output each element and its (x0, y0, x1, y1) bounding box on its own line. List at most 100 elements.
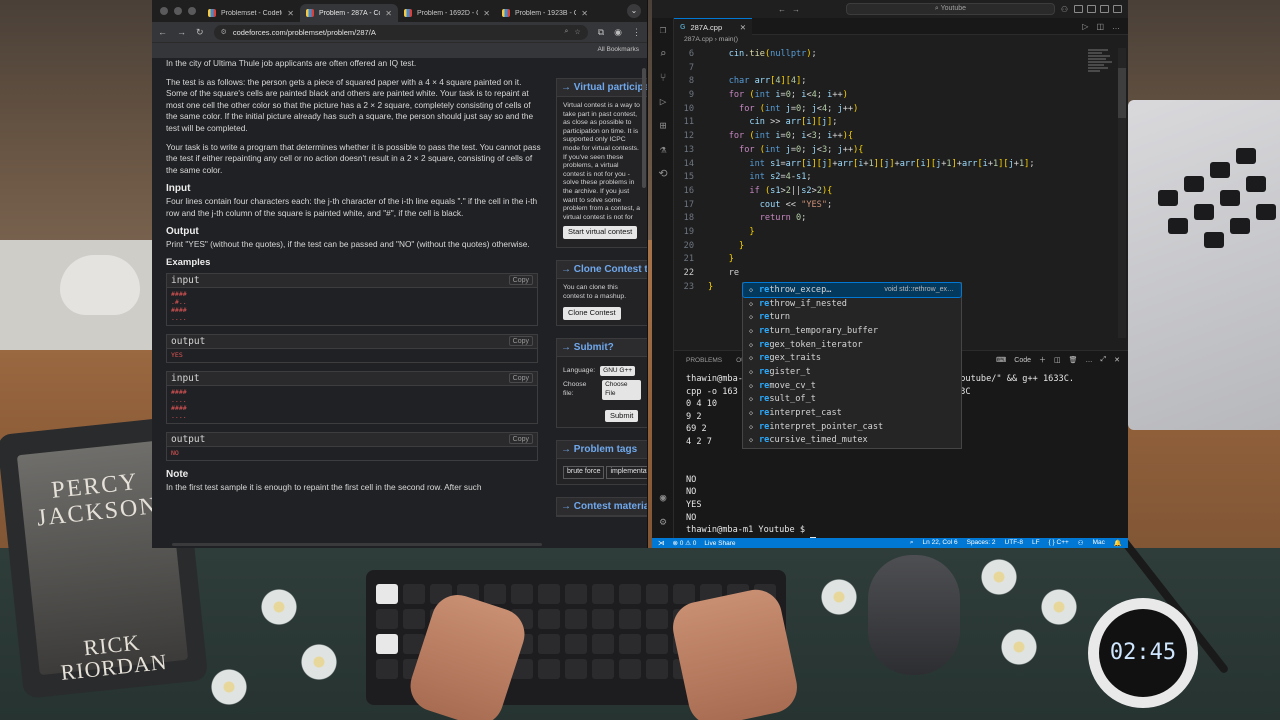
copilot-status-icon[interactable]: ⚇ (1078, 539, 1084, 547)
code-line[interactable]: 8 char arr[4][4]; (674, 75, 1084, 89)
page-scrollbar[interactable] (642, 68, 646, 188)
site-info-icon[interactable]: ⚙ (221, 28, 227, 36)
browser-tab-1692d[interactable]: Problem - 1692D - Codeforces ✕ (398, 4, 496, 22)
suggestion-item[interactable]: ◇ rethrow_if_nested (743, 297, 961, 311)
notifications-bell-icon[interactable]: 🔔 (1114, 539, 1122, 547)
close-tab-icon[interactable]: ✕ (385, 9, 392, 18)
zoom-indicator-icon[interactable]: ⌕ (910, 539, 914, 547)
extensions-icon[interactable]: ⧉ (598, 27, 604, 38)
reload-icon[interactable]: ↻ (196, 27, 204, 38)
testing-icon[interactable]: ⚗ (652, 138, 674, 162)
zoom-window-button[interactable] (188, 7, 196, 15)
indentation[interactable]: Spaces: 2 (967, 539, 996, 547)
more-icon[interactable]: … (1086, 357, 1093, 364)
code-line[interactable]: 20 } (674, 240, 1084, 254)
tab-287a-cpp[interactable]: G 287A.cpp ✕ (674, 18, 752, 35)
tag-chip[interactable]: brute force (563, 466, 605, 479)
split-editor-icon[interactable]: ◫ (1096, 22, 1104, 31)
suggestion-item[interactable]: ◇ rethrow_excep… void std::rethrow_ex… (742, 282, 962, 298)
configuration[interactable]: Mac (1093, 539, 1105, 547)
run-code-icon[interactable]: ▷ (1082, 22, 1088, 31)
menu-kebab-icon[interactable]: ⋮ (632, 27, 641, 38)
copy-button[interactable]: Copy (508, 275, 533, 286)
explorer-icon[interactable]: ❐ (652, 18, 674, 42)
code-line[interactable]: 15 int s2=4-s1; (674, 171, 1084, 185)
customize-layout-icon[interactable] (1113, 5, 1122, 13)
language-select[interactable]: GNU G++ (600, 365, 636, 377)
tab-search-chevron-icon[interactable]: ⌄ (627, 4, 641, 18)
code-line[interactable]: 13 for (int j=0; j<3; j++){ (674, 144, 1084, 158)
code-line[interactable]: 18 return 0; (674, 212, 1084, 226)
zoom-icon[interactable]: ⌕ (565, 28, 569, 36)
suggestion-item[interactable]: ◇ reinterpret_pointer_cast (743, 420, 961, 434)
bookmark-star-icon[interactable]: ☆ (574, 28, 580, 36)
tag-chip[interactable]: implementation (606, 466, 647, 479)
start-virtual-contest-button[interactable]: Start virtual contest (563, 226, 638, 239)
suggestion-item[interactable]: ◇ regex_traits (743, 351, 961, 365)
close-tab-icon[interactable]: ✕ (483, 9, 490, 18)
problems-count[interactable]: ⊗ 0 ⚠ 0 (673, 539, 697, 547)
nav-back-icon[interactable]: ← (778, 5, 786, 14)
code-line[interactable]: 21 } (674, 253, 1084, 267)
run-debug-icon[interactable]: ▷ (652, 90, 674, 114)
code-line[interactable]: 16 if (s1>2||s2>2){ (674, 185, 1084, 199)
close-window-button[interactable] (160, 7, 168, 15)
settings-gear-icon[interactable]: ⚙ (652, 510, 674, 534)
language-mode[interactable]: { } C++ (1049, 539, 1069, 547)
copy-button[interactable]: Copy (508, 434, 533, 445)
suggestion-item[interactable]: ◇ register_t (743, 365, 961, 379)
suggestion-item[interactable]: ◇ recursive_timed_mutex (743, 434, 961, 448)
code-line[interactable]: 12 for (int i=0; i<3; i++){ (674, 130, 1084, 144)
toggle-panel-icon[interactable] (1087, 5, 1096, 13)
search-icon[interactable]: ⌕ (652, 42, 674, 66)
close-tab-icon[interactable]: ✕ (287, 9, 294, 18)
toggle-sidebar-icon[interactable] (1074, 5, 1083, 13)
browser-tab-287a[interactable]: Problem - 287A - Codeforces ✕ (300, 4, 398, 22)
suggestion-item[interactable]: ◇ result_of_t (743, 393, 961, 407)
suggestion-item[interactable]: ◇ return_temporary_buffer (743, 324, 961, 338)
code-line[interactable]: 22 re (674, 267, 1084, 281)
submit-button[interactable]: Submit (605, 409, 639, 423)
browser-tab-problemset[interactable]: Problemset - Codeforces ✕ (202, 4, 300, 22)
profile-icon[interactable]: ◉ (614, 27, 622, 38)
toggle-secondary-sidebar-icon[interactable] (1100, 5, 1109, 13)
code-line[interactable]: 11 cin >> arr[i][j]; (674, 116, 1084, 130)
terminal-shell-label[interactable]: Code (1014, 357, 1031, 364)
back-arrow-icon[interactable]: ← (158, 27, 167, 37)
breadcrumb-file[interactable]: 287A.cpp (684, 36, 713, 43)
all-bookmarks-folder[interactable]: All Bookmarks (597, 46, 639, 53)
suggestion-item[interactable]: ◇ remove_cv_t (743, 379, 961, 393)
live-share-button[interactable]: Live Share (704, 540, 735, 547)
nav-forward-icon[interactable]: → (792, 5, 800, 14)
more-actions-icon[interactable]: … (1112, 22, 1120, 31)
source-control-icon[interactable]: ⑂ (652, 66, 674, 90)
code-line[interactable]: 9 for (int i=0; i<4; i++) (674, 89, 1084, 103)
extensions-icon[interactable]: ⊞ (652, 114, 674, 138)
code-line[interactable]: 19 } (674, 226, 1084, 240)
code-line[interactable]: 6 cin.tie(nullptr); (674, 48, 1084, 62)
split-terminal-icon[interactable]: ◫ (1054, 356, 1061, 364)
maximize-panel-icon[interactable]: ⤢ (1101, 356, 1107, 364)
minimap[interactable] (1088, 48, 1114, 108)
copilot-icon[interactable]: ⚇ (1061, 5, 1068, 14)
suggestion-item[interactable]: ◇ reinterpret_cast (743, 406, 961, 420)
horizontal-scrollbar[interactable] (172, 543, 542, 546)
choose-file-button[interactable]: Choose File (602, 380, 641, 400)
copy-button[interactable]: Copy (508, 336, 533, 347)
close-panel-icon[interactable]: ✕ (1114, 356, 1120, 364)
file-encoding[interactable]: UTF-8 (1005, 539, 1023, 547)
account-icon[interactable]: ◉ (652, 486, 674, 510)
end-of-line[interactable]: LF (1032, 539, 1040, 547)
copy-button[interactable]: Copy (508, 373, 533, 384)
address-bar[interactable]: ⚙ codeforces.com/problemset/problem/287/… (213, 24, 588, 40)
code-line[interactable]: 10 for (int j=0; j<4; j++) (674, 103, 1084, 117)
close-tab-icon[interactable]: ✕ (740, 23, 746, 32)
code-line[interactable]: 7 (674, 62, 1084, 76)
code-line[interactable]: 17 cout << "YES"; (674, 199, 1084, 213)
forward-arrow-icon[interactable]: → (177, 27, 186, 37)
remote-indicator-icon[interactable]: ⋊ (658, 539, 665, 547)
browser-tab-1923b[interactable]: Problem - 1923B - Codeforces ✕ (496, 4, 594, 22)
suggestion-item[interactable]: ◇ return (743, 310, 961, 324)
minimize-window-button[interactable] (174, 7, 182, 15)
close-tab-icon[interactable]: ✕ (581, 9, 588, 18)
